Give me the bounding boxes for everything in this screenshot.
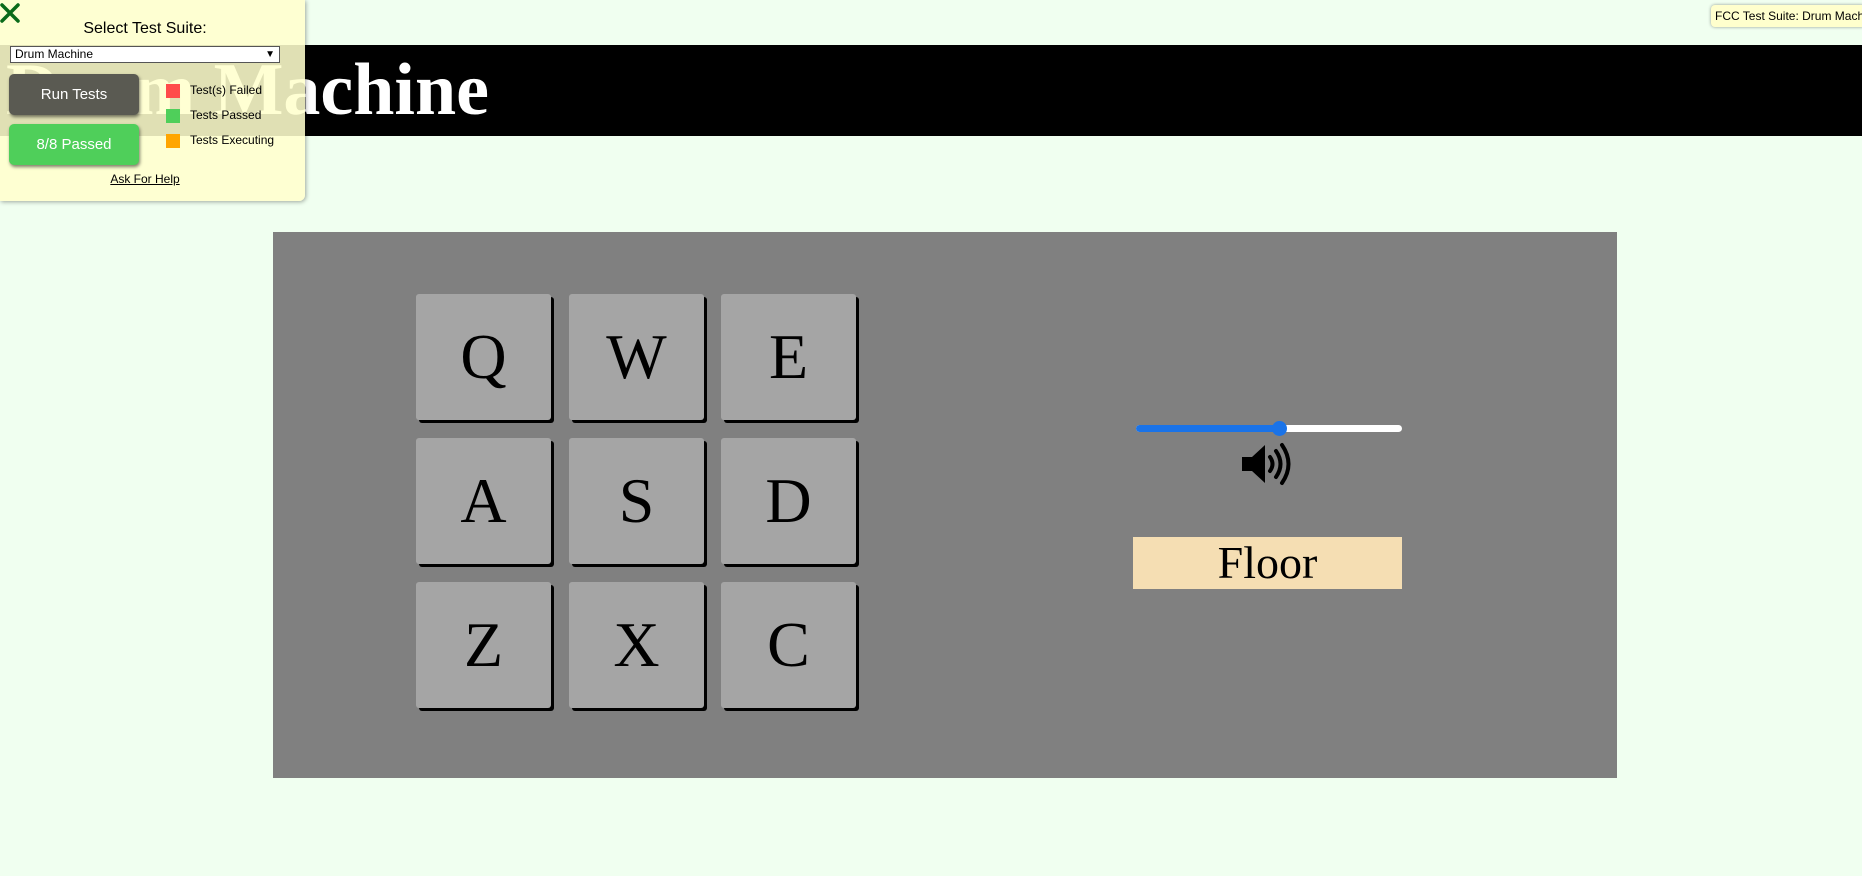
test-results-button[interactable]: 8/8 Passed — [9, 124, 139, 165]
select-suite-label: Select Test Suite: — [83, 20, 207, 37]
passed-swatch — [166, 109, 180, 123]
drum-pad-z[interactable]: Z — [416, 582, 551, 708]
test-suite-select[interactable]: Drum Machine ▼ — [10, 46, 280, 63]
ask-for-help-link[interactable]: Ask For Help — [0, 172, 290, 186]
legend-failed-label: Test(s) Failed — [190, 83, 263, 97]
drum-pad-q[interactable]: Q — [416, 294, 551, 420]
volume-slider[interactable] — [1136, 420, 1402, 436]
legend-passed-label: Tests Passed — [190, 108, 262, 122]
drum-pad-s[interactable]: S — [569, 438, 704, 564]
sound-display: Floor — [1133, 537, 1402, 589]
drum-pad-x[interactable]: X — [569, 582, 704, 708]
test-suite-panel: Select Test Suite: Drum Machine ▼ Run Te… — [0, 0, 305, 201]
fcc-test-suite-badge[interactable]: FCC Test Suite: Drum Machine — [1711, 5, 1862, 27]
drum-pad-d[interactable]: D — [721, 438, 856, 564]
legend-executing-label: Tests Executing — [190, 133, 275, 147]
selected-suite-value: Drum Machine — [15, 47, 94, 61]
drum-pad-w[interactable]: W — [569, 294, 704, 420]
executing-swatch — [166, 134, 180, 148]
drum-pad-c[interactable]: C — [721, 582, 856, 708]
drum-pad-e[interactable]: E — [721, 294, 856, 420]
drum-machine: Q W E A S D Z X C Floor — [273, 232, 1617, 778]
slider-thumb[interactable] — [1272, 421, 1288, 436]
drum-pad-a[interactable]: A — [416, 438, 551, 564]
chevron-down-icon: ▼ — [265, 49, 275, 60]
volume-up-icon — [1242, 443, 1291, 485]
slider-fill — [1136, 425, 1280, 432]
run-tests-button[interactable]: Run Tests — [9, 74, 139, 115]
failed-swatch — [166, 84, 180, 98]
